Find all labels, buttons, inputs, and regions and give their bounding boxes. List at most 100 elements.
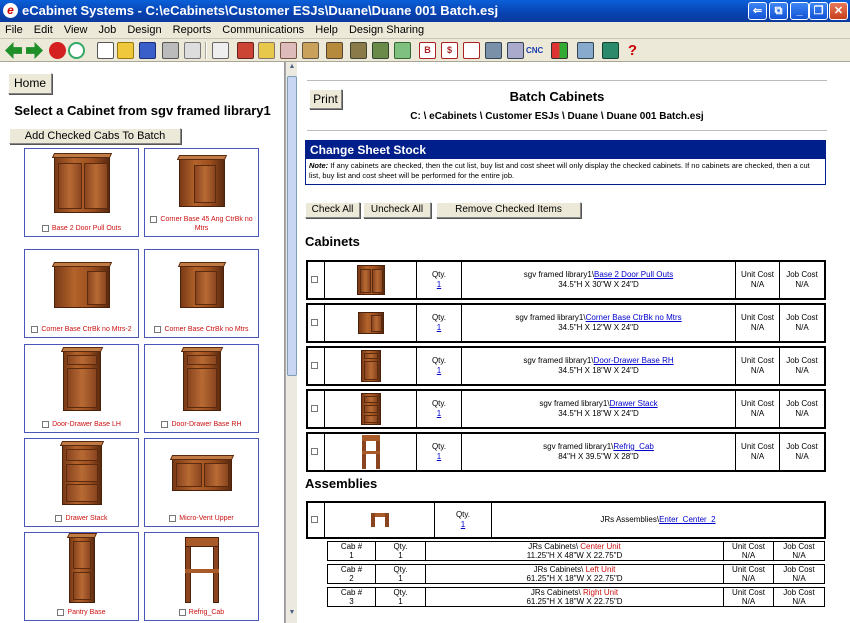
cabinet-icon[interactable] bbox=[350, 42, 367, 59]
tile-checkbox[interactable] bbox=[41, 224, 49, 232]
qty-link[interactable]: 1 bbox=[417, 280, 461, 290]
grid-icon[interactable] bbox=[394, 42, 411, 59]
minimize-button[interactable]: _ bbox=[790, 2, 809, 20]
tile-checkbox[interactable] bbox=[57, 608, 65, 616]
cabinet-thumbnail bbox=[361, 435, 380, 469]
cabinet-name-link[interactable]: Corner Base CtrBk no Mtrs bbox=[586, 313, 682, 322]
cabinet-tile[interactable]: Door-Drawer Base RH bbox=[144, 344, 259, 433]
forward-arrow-icon[interactable] bbox=[26, 42, 43, 59]
cabinet-name-link[interactable]: Base 2 Door Pull Outs bbox=[594, 270, 673, 279]
cnc-icon[interactable]: CNC bbox=[526, 42, 548, 59]
table-row: Qty. 1 sgv framed library1\Corner Base Ct… bbox=[306, 303, 826, 343]
row-checkbox[interactable] bbox=[311, 362, 318, 370]
scroll-thumb[interactable] bbox=[287, 76, 297, 376]
uncheck-all-button[interactable]: Uncheck All bbox=[363, 202, 431, 218]
qty-link[interactable]: 1 bbox=[417, 409, 461, 419]
menu-reports[interactable]: Reports bbox=[168, 22, 215, 36]
menu-design-sharing[interactable]: Design Sharing bbox=[344, 22, 427, 36]
chart-icon[interactable] bbox=[485, 42, 502, 59]
note-label: Note: bbox=[309, 161, 329, 170]
help-icon[interactable]: ? bbox=[624, 42, 641, 59]
row-checkbox[interactable] bbox=[311, 319, 318, 327]
refresh-icon[interactable] bbox=[68, 42, 85, 59]
cabinet-tile[interactable]: Door-Drawer Base LH bbox=[24, 344, 139, 433]
paint-icon[interactable] bbox=[237, 42, 254, 59]
maximize-button[interactable]: ❐ bbox=[809, 2, 828, 20]
properties-icon[interactable] bbox=[212, 42, 229, 59]
layout-icon[interactable] bbox=[551, 42, 568, 59]
menu-file[interactable]: File bbox=[0, 22, 26, 36]
tile-checkbox[interactable] bbox=[169, 514, 177, 522]
menu-edit[interactable]: Edit bbox=[29, 22, 56, 36]
row-checkbox[interactable] bbox=[311, 405, 318, 413]
tile-checkbox[interactable] bbox=[150, 215, 158, 223]
cabinet-tile[interactable]: Corner Base CtrBk no Mtrs bbox=[144, 249, 259, 338]
new-file-icon[interactable] bbox=[97, 42, 114, 59]
cabinet-name-link[interactable]: Drawer Stack bbox=[610, 399, 658, 408]
report-icon[interactable]: B bbox=[419, 42, 436, 59]
job-cost-value: N/A bbox=[795, 452, 809, 461]
cabinet-tile[interactable]: Base 2 Door Pull Outs bbox=[24, 148, 139, 237]
change-sheet-stock-link[interactable]: Change Sheet Stock bbox=[306, 141, 825, 159]
qty-link[interactable]: 1 bbox=[435, 520, 491, 530]
cutlist-icon[interactable] bbox=[463, 42, 480, 59]
print-button[interactable]: Print bbox=[309, 89, 342, 109]
assembly-icon[interactable] bbox=[372, 42, 389, 59]
unit-cost-label: Unit Cost bbox=[741, 356, 774, 365]
stop-icon[interactable] bbox=[49, 42, 66, 59]
cabinet-tile[interactable]: Refrig_Cab bbox=[144, 532, 259, 621]
cabinet-name-link[interactable]: Door-Drawer Base RH bbox=[594, 356, 674, 365]
close-button[interactable]: ✕ bbox=[829, 2, 848, 20]
unit-cost-value: N/A bbox=[750, 366, 765, 375]
print-icon[interactable] bbox=[162, 42, 179, 59]
add-checked-cabs-button[interactable]: Add Checked Cabs To Batch bbox=[9, 128, 181, 144]
row-checkbox[interactable] bbox=[311, 276, 318, 284]
edge-icon[interactable] bbox=[280, 42, 297, 59]
cabinet-tile[interactable]: Micro-Vent Upper bbox=[144, 438, 259, 527]
cabinet-thumbnail bbox=[180, 347, 223, 411]
left-pane-scrollbar[interactable]: ▲ ▼ bbox=[285, 62, 297, 623]
row-checkbox[interactable] bbox=[311, 516, 318, 524]
tile-checkbox[interactable] bbox=[178, 608, 186, 616]
export-icon[interactable] bbox=[507, 42, 524, 59]
check-all-button[interactable]: Check All bbox=[305, 202, 360, 218]
cabinet-tile[interactable]: Corner Base 45 Ang CtrBk no Mtrs bbox=[144, 148, 259, 237]
cabinet-tile[interactable]: Corner Base CtrBk no Mtrs-2 bbox=[24, 249, 139, 338]
cabinet-tile[interactable]: Pantry Base bbox=[24, 532, 139, 621]
row-checkbox[interactable] bbox=[311, 448, 318, 456]
share-icon[interactable] bbox=[577, 42, 594, 59]
scroll-back-icon[interactable]: ⇐ bbox=[748, 2, 767, 20]
tile-checkbox[interactable] bbox=[42, 420, 50, 428]
tile-checkbox[interactable] bbox=[55, 514, 63, 522]
scroll-up-icon[interactable]: ▲ bbox=[287, 63, 297, 75]
tile-checkbox[interactable] bbox=[31, 325, 39, 333]
remove-checked-items-button[interactable]: Remove Checked Items bbox=[436, 202, 581, 218]
back-arrow-icon[interactable] bbox=[5, 42, 22, 59]
tile-checkbox[interactable] bbox=[161, 420, 169, 428]
library-icon[interactable] bbox=[326, 42, 343, 59]
open-folder-icon[interactable] bbox=[117, 42, 134, 59]
menu-view[interactable]: View bbox=[59, 22, 91, 36]
menu-design[interactable]: Design bbox=[122, 22, 164, 36]
tile-checkbox[interactable] bbox=[154, 325, 162, 333]
assembly-name-link[interactable]: Enter_Center_2 bbox=[659, 515, 715, 524]
home-button[interactable]: Home bbox=[8, 73, 52, 94]
restore-view-icon[interactable]: ⧉ bbox=[769, 2, 788, 20]
materials-icon[interactable] bbox=[258, 42, 275, 59]
hardware-icon[interactable] bbox=[302, 42, 319, 59]
cost-icon[interactable]: $ bbox=[441, 42, 458, 59]
qty-link[interactable]: 1 bbox=[417, 452, 461, 462]
qty-label: Qty. bbox=[455, 510, 471, 519]
cabinet-name-link[interactable]: Refrig_Cab bbox=[613, 442, 653, 451]
menu-job[interactable]: Job bbox=[94, 22, 120, 36]
save-icon[interactable] bbox=[139, 42, 156, 59]
menu-communications[interactable]: Communications bbox=[217, 22, 307, 36]
monitor-icon[interactable] bbox=[602, 42, 619, 59]
undo-icon[interactable] bbox=[184, 42, 201, 59]
qty-link[interactable]: 1 bbox=[417, 366, 461, 376]
scroll-down-icon[interactable]: ▼ bbox=[287, 609, 297, 621]
divider bbox=[307, 130, 827, 131]
qty-link[interactable]: 1 bbox=[417, 323, 461, 333]
menu-help[interactable]: Help bbox=[310, 22, 341, 36]
cabinet-tile[interactable]: Drawer Stack bbox=[24, 438, 139, 527]
